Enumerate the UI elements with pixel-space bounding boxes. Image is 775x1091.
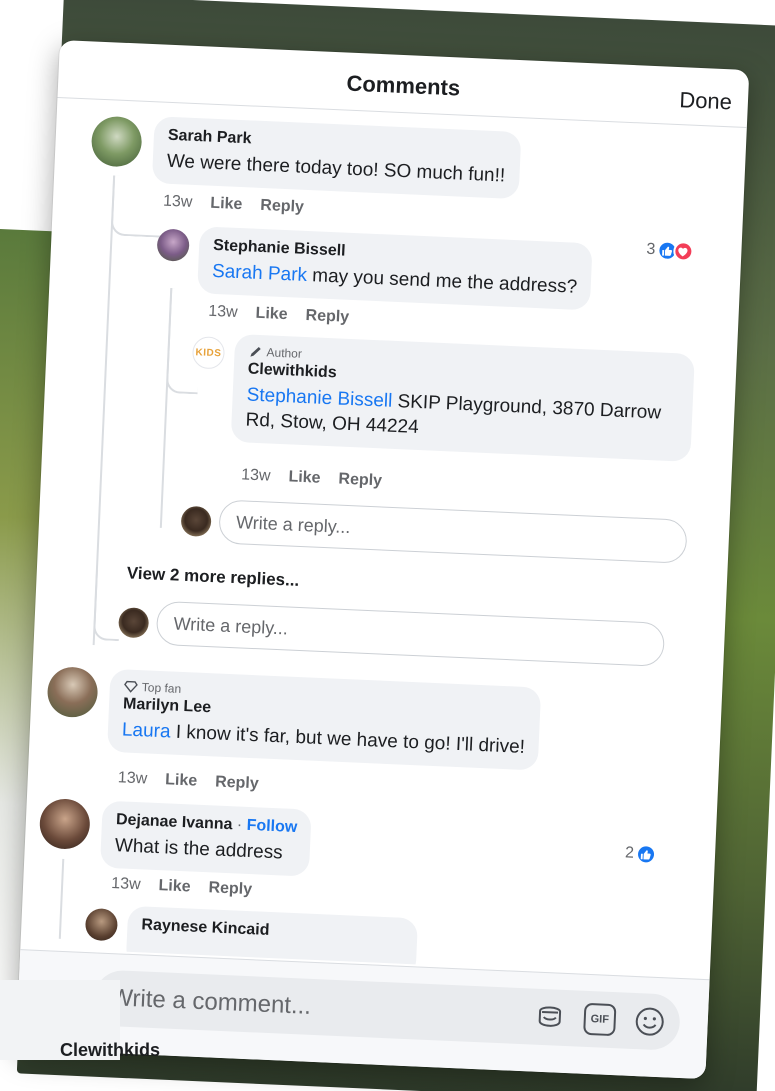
view-more-replies[interactable]: View 2 more replies... [126,563,299,591]
reaction-summary[interactable]: 3 [646,240,694,262]
reply-input[interactable] [218,499,688,564]
comment-actions: 13w Like Reply [111,875,253,899]
comment-bubble[interactable]: Stephanie Bissell Sarah Park may you sen… [197,226,594,311]
comments-sheet: Comments Done Sarah Park We were there t… [15,40,750,1080]
comment-time: 13w [110,875,141,894]
comments-list[interactable]: Sarah Park We were there today too! SO m… [20,98,746,978]
name-separator: · [232,816,248,834]
avatar[interactable] [46,666,99,719]
comment-input[interactable] [109,970,452,1041]
comment-time: 13w [240,466,271,485]
commenter-name-row: Dejanae Ivanna · Follow [116,811,298,837]
reply-button[interactable]: Reply [260,197,304,217]
comment-bubble[interactable]: Top fan Marilyn Lee Laura I know it's fa… [106,668,542,771]
like-button[interactable]: Like [165,771,198,790]
avatar[interactable] [156,228,190,262]
love-icon [672,240,694,262]
comment-bubble[interactable]: Sarah Park We were there today too! SO m… [151,116,522,200]
mention-link[interactable]: Sarah Park [212,261,308,286]
thread-connector [110,175,164,238]
comment-text: What is the address [114,835,284,864]
reply-button[interactable]: Reply [305,307,349,327]
comment-time: 13w [207,302,239,321]
avatar[interactable] [90,115,143,168]
follow-button[interactable]: Follow [246,817,297,836]
page-logo[interactable]: KIDS [191,336,226,370]
reply-button[interactable]: Reply [215,773,259,793]
current-user-avatar [118,607,150,639]
avatar[interactable] [84,907,119,942]
avatar[interactable] [38,797,91,851]
reply-button[interactable]: Reply [208,879,252,899]
gif-button[interactable]: GIF [583,1002,617,1037]
page-logo-text: KIDS [195,346,222,359]
comment-actions: 13w Like Reply [241,466,383,490]
reply-button[interactable]: Reply [338,471,382,491]
mention-link[interactable]: Laura [122,719,171,742]
diamond-icon [124,680,138,693]
like-icon [635,843,657,865]
background-page-name: Clewithkids [60,1040,161,1060]
avatar-sticker-icon[interactable] [533,1001,566,1034]
comment-bubble[interactable]: Author Clewithkids Stephanie Bissell SKI… [230,333,695,462]
comment-bubble[interactable]: Dejanae Ivanna · Follow What is the addr… [99,800,313,877]
reaction-count: 2 [624,844,635,862]
thread-connector [92,570,122,642]
mention-link[interactable]: Stephanie Bissell [246,384,393,411]
done-button[interactable]: Done [679,87,733,115]
comment-time: 13w [162,192,193,211]
comment-actions: 13w Like Reply [163,193,305,217]
badge-label: Author [266,345,303,361]
gif-label: GIF [590,1013,610,1026]
reaction-count: 3 [646,240,656,259]
like-button[interactable]: Like [210,195,243,214]
thread-line [58,858,65,939]
comment-input-wrapper: GIF [93,969,681,1051]
reaction-summary[interactable]: 2 [624,843,657,865]
commenter-name[interactable]: Dejanae Ivanna [116,811,233,833]
reply-input[interactable] [155,600,666,667]
comment-actions: 13w Like Reply [208,303,350,327]
composer-icons: GIF [533,1001,666,1039]
like-button[interactable]: Like [288,468,321,487]
emoji-icon[interactable] [633,1005,666,1038]
pencil-icon [250,346,261,357]
comment-actions: 13w Like Reply [117,769,260,793]
comment-body: may you send me the address? [306,265,578,298]
current-user-avatar [180,505,212,538]
comment-time: 13w [117,769,148,788]
like-button[interactable]: Like [158,877,191,896]
badge-label: Top fan [141,680,182,696]
like-button[interactable]: Like [255,305,288,324]
commenter-name[interactable]: Raynese Kincaid [141,916,404,945]
